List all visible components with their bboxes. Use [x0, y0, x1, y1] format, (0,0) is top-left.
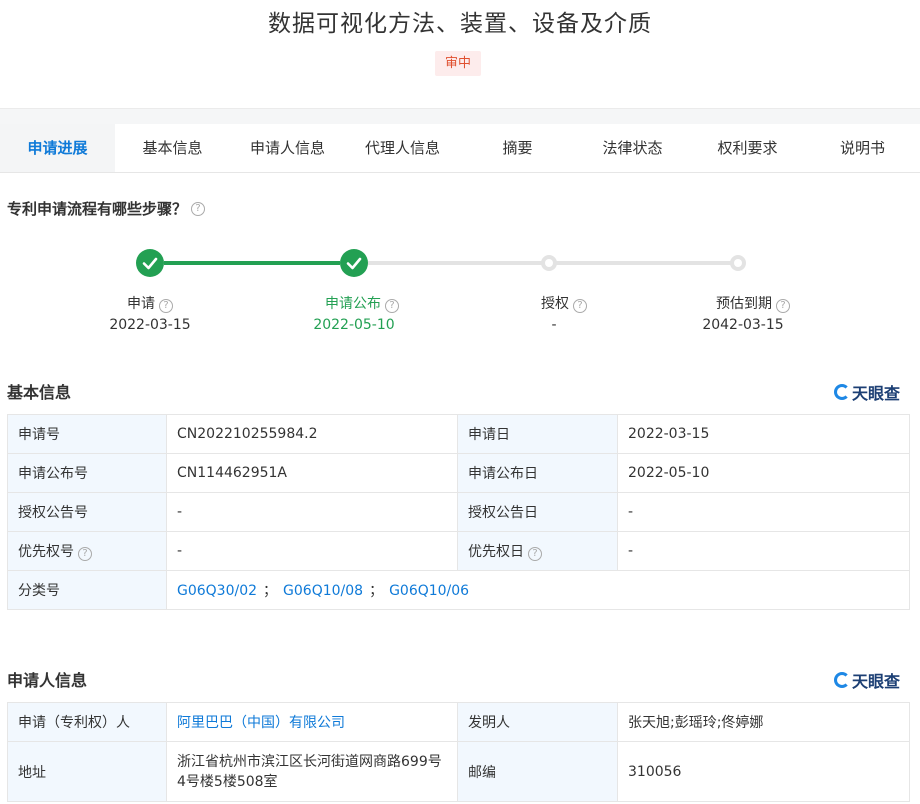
applicant-info-title: 申请人信息 [7, 671, 88, 690]
field-label: 申请公布号 [7, 453, 167, 493]
field-value: 浙江省杭州市滨江区长河街道网商路699号4号楼5楼508室 [166, 741, 458, 802]
status-badge: 审中 [435, 51, 481, 76]
help-icon[interactable]: ? [573, 299, 587, 313]
table-row: 优先权号? - 优先权日? - [7, 531, 910, 571]
table-row: 申请（专利权）人 阿里巴巴（中国）有限公司 发明人 张天旭;彭瑶玲;佟婷娜 [7, 702, 910, 742]
field-label: 申请日 [457, 414, 618, 454]
progress-timeline: 申请? 2022-03-15 申请公布? 2022-05-10 授权? - 预估… [0, 240, 920, 340]
help-icon[interactable]: ? [528, 547, 542, 561]
step-date: 2042-03-15 [702, 317, 784, 333]
flow-question-text: 专利申请流程有哪些步骤？ [7, 200, 188, 218]
field-value: - [166, 531, 458, 571]
step-label: 预估到期? [673, 293, 833, 313]
table-row: 分类号 G06Q30/02； G06Q10/08； G06Q10/06 [7, 570, 910, 610]
field-value: 张天旭;彭瑶玲;佟婷娜 [617, 702, 910, 742]
field-value: CN202210255984.2 [166, 414, 458, 454]
field-label: 申请（专利权）人 [7, 702, 167, 742]
basic-info-title: 基本信息 [7, 383, 72, 402]
tab-description[interactable]: 说明书 [805, 124, 920, 172]
field-label: 授权公告号 [7, 492, 167, 532]
field-label: 地址 [7, 741, 167, 802]
field-value: - [617, 492, 910, 532]
step-node-done [340, 249, 368, 277]
brand-logo[interactable]: 天眼查 [834, 380, 900, 404]
tab-legal-status[interactable]: 法律状态 [575, 124, 690, 172]
classification-link[interactable]: G06Q10/06 [389, 583, 469, 599]
help-icon[interactable]: ? [776, 299, 790, 313]
table-row: 地址 浙江省杭州市滨江区长河街道网商路699号4号楼5楼508室 邮编 3100… [7, 741, 910, 802]
page-title: 数据可视化方法、装置、设备及介质 [268, 11, 652, 37]
check-icon [346, 257, 362, 270]
tab-abstract[interactable]: 摘要 [460, 124, 575, 172]
field-label: 优先权日? [457, 531, 618, 571]
classification-link[interactable]: G06Q30/02 [177, 583, 257, 599]
step-label: 申请公布? [282, 293, 442, 313]
step-date: 2022-05-10 [313, 317, 395, 333]
field-label: 邮编 [457, 741, 618, 802]
step-label: 申请? [70, 293, 230, 313]
tab-bar: 申请进展 基本信息 申请人信息 代理人信息 摘要 法律状态 权利要求 说明书 [0, 124, 920, 173]
field-value: 2022-05-10 [617, 453, 910, 493]
table-row: 授权公告号 - 授权公告日 - [7, 492, 910, 532]
field-label: 授权公告日 [457, 492, 618, 532]
applicant-link[interactable]: 阿里巴巴（中国）有限公司 [177, 715, 345, 731]
progress-line-done [164, 261, 340, 265]
field-label: 分类号 [7, 570, 167, 610]
check-icon [142, 257, 158, 270]
step-label: 授权? [484, 293, 644, 313]
step-date: 2022-03-15 [109, 317, 191, 333]
step-date: - [551, 317, 557, 333]
help-icon[interactable]: ? [385, 299, 399, 313]
field-value: CN114462951A [166, 453, 458, 493]
tab-progress[interactable]: 申请进展 [0, 124, 115, 172]
table-row: 申请号 CN202210255984.2 申请日 2022-03-15 [7, 414, 910, 454]
help-icon[interactable]: ? [78, 547, 92, 561]
brand-logo[interactable]: 天眼查 [834, 668, 900, 692]
table-row: 申请公布号 CN114462951A 申请公布日 2022-05-10 [7, 453, 910, 493]
help-icon[interactable]: ? [191, 201, 206, 216]
field-label: 发明人 [457, 702, 618, 742]
basic-info-table: 申请号 CN202210255984.2 申请日 2022-03-15 申请公布… [7, 414, 910, 610]
field-label: 申请公布日 [457, 453, 618, 493]
field-value: 2022-03-15 [617, 414, 910, 454]
tab-claims[interactable]: 权利要求 [690, 124, 805, 172]
help-icon[interactable]: ? [159, 299, 173, 313]
applicant-info-table: 申请（专利权）人 阿里巴巴（中国）有限公司 发明人 张天旭;彭瑶玲;佟婷娜 地址… [7, 702, 910, 802]
step-node-pending [541, 255, 557, 271]
tab-agent-info[interactable]: 代理人信息 [345, 124, 460, 172]
field-value: 310056 [617, 741, 910, 802]
field-label: 优先权号? [7, 531, 167, 571]
tianyancha-logo-icon [834, 384, 850, 400]
flow-question: 专利申请流程有哪些步骤？ ? [7, 198, 206, 219]
tab-basic-info[interactable]: 基本信息 [115, 124, 230, 172]
step-node-done [136, 249, 164, 277]
field-value: - [166, 492, 458, 532]
field-label: 申请号 [7, 414, 167, 454]
divider-band [0, 108, 920, 124]
field-value: 阿里巴巴（中国）有限公司 [166, 702, 458, 742]
field-value: - [617, 531, 910, 571]
classification-link[interactable]: G06Q10/08 [283, 583, 363, 599]
tab-applicant-info[interactable]: 申请人信息 [230, 124, 345, 172]
step-node-pending [730, 255, 746, 271]
classification-values: G06Q30/02； G06Q10/08； G06Q10/06 [166, 570, 910, 610]
tianyancha-logo-icon [834, 672, 850, 688]
